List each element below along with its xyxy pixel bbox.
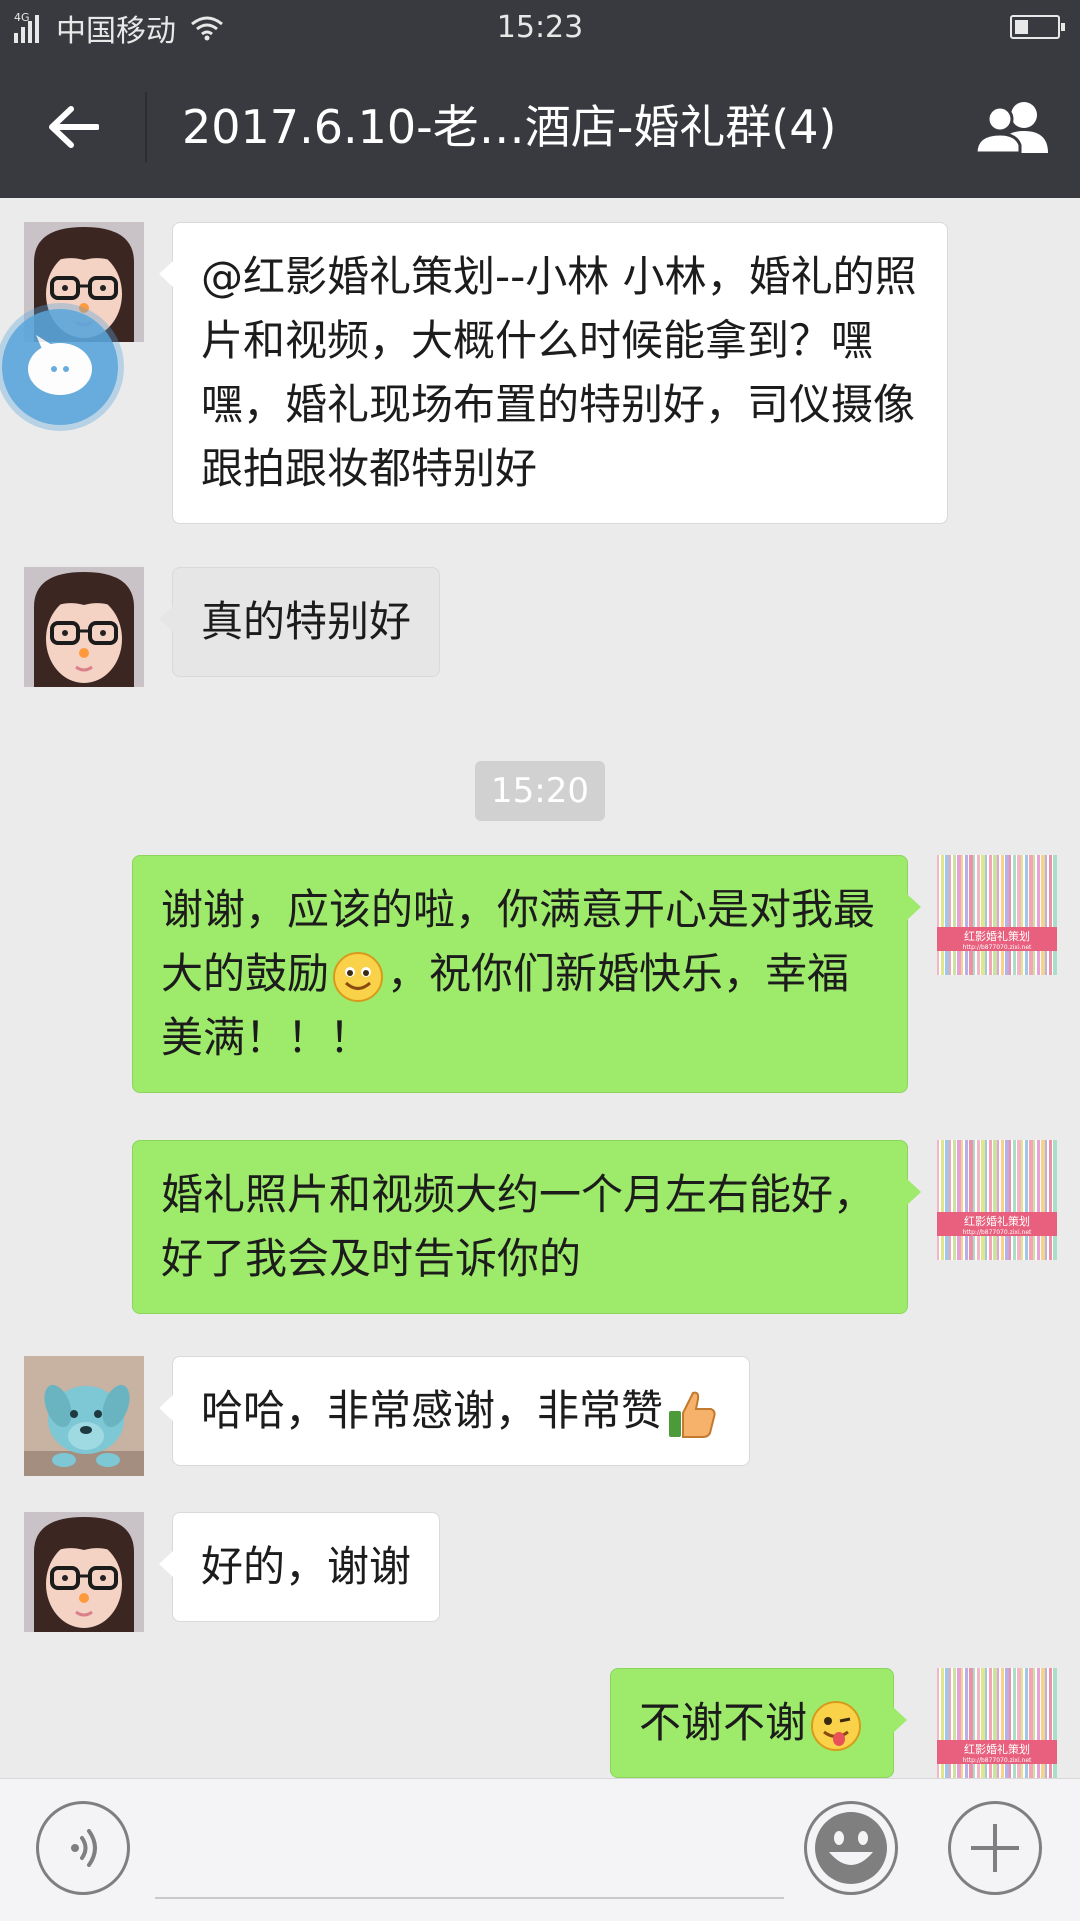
voice-icon	[71, 1829, 97, 1867]
svg-text:红影婚礼策划: 红影婚礼策划	[964, 929, 1030, 943]
group-members-button[interactable]	[968, 92, 1058, 162]
back-arrow-icon	[49, 106, 99, 148]
message-text: 不谢不谢	[639, 1698, 808, 1747]
message-list[interactable]: @红影婚礼策划--小林 小林，婚礼的照片和视频，大概什么时候能拿到？嘿嘿，婚礼现…	[0, 198, 1080, 1778]
input-bar	[0, 1778, 1080, 1921]
sender-avatar[interactable]	[24, 1356, 144, 1476]
emoji-face-icon	[815, 1812, 887, 1884]
sender-avatar[interactable]: 红影婚礼策划 http://b877070.zixi.net	[937, 855, 1057, 975]
girl-glasses-avatar	[24, 1512, 144, 1632]
wedding-planner-logo-avatar: 红影婚礼策划http://b877070.zixi.net	[937, 855, 1057, 975]
more-button[interactable]	[948, 1801, 1042, 1895]
status-time: 15:23	[496, 10, 584, 45]
back-button[interactable]	[30, 92, 116, 162]
battery-icon	[1010, 15, 1065, 39]
sender-avatar[interactable]	[24, 1512, 144, 1632]
svg-text:http://b877070.zixi.net: http://b877070.zixi.net	[963, 944, 1032, 951]
svg-text:http://b877070.zixi.net: http://b877070.zixi.net	[963, 1229, 1032, 1236]
message-bubble[interactable]: 哈哈，非常感谢，非常赞	[158, 1356, 751, 1466]
sender-avatar[interactable]	[24, 567, 144, 687]
floating-assistant-button[interactable]	[2, 309, 118, 425]
chat-title: 2017.6.10-老…酒店-婚礼群(4)	[182, 100, 837, 154]
wedding-planner-logo-avatar: 红影婚礼策划http://b877070.zixi.net	[937, 1668, 1057, 1778]
sender-avatar[interactable]: 红影婚礼策划 http://b877070.zixi.net	[937, 1668, 1057, 1778]
wink-tongue-emoji	[811, 1700, 862, 1751]
svg-text:红影婚礼策划: 红影婚礼策划	[964, 1214, 1030, 1228]
sender-avatar[interactable]: 红影婚礼策划 http://b877070.zixi.net	[937, 1140, 1057, 1260]
header-divider	[145, 92, 147, 162]
chat-bubble-icon	[28, 335, 92, 395]
emoji-button[interactable]	[804, 1801, 898, 1895]
thumbs-up-emoji	[669, 1391, 716, 1438]
girl-glasses-avatar	[24, 567, 144, 687]
svg-text:红影婚礼策划: 红影婚礼策划	[964, 1742, 1030, 1756]
message-bubble[interactable]: 真的特别好	[158, 567, 441, 677]
dog-figurine-avatar	[24, 1356, 144, 1476]
plus-icon	[971, 1824, 1019, 1872]
message-input[interactable]	[155, 1809, 784, 1899]
message-text: 哈哈，非常感谢，非常赞	[201, 1386, 664, 1435]
svg-text:http://b877070.zixi.net: http://b877070.zixi.net	[963, 1757, 1032, 1764]
message-bubble[interactable]: 不谢不谢	[610, 1668, 908, 1778]
wedding-planner-logo-avatar: 红影婚礼策划http://b877070.zixi.net	[937, 1140, 1057, 1260]
status-bar: 4G 中国移动 15:23	[0, 0, 1080, 56]
time-separator: 15:20	[475, 761, 605, 821]
message-bubble[interactable]: 谢谢，应该的啦，你满意开心是对我最大的鼓励 ，祝你们新婚快乐，幸福美满！！！	[132, 855, 921, 1093]
group-members-icon	[974, 102, 1048, 155]
chat-header: 2017.6.10-老…酒店-婚礼群(4)	[0, 56, 1080, 198]
voice-button[interactable]	[36, 1801, 130, 1895]
smile-emoji	[333, 951, 384, 1002]
message-bubble[interactable]: @红影婚礼策划--小林 小林，婚礼的照片和视频，大概什么时候能拿到？嘿嘿，婚礼现…	[159, 222, 948, 524]
message-bubble[interactable]: 婚礼照片和视频大约一个月左右能好，好了我会及时告诉你的	[132, 1140, 921, 1314]
message-bubble[interactable]: 好的，谢谢	[158, 1512, 441, 1622]
